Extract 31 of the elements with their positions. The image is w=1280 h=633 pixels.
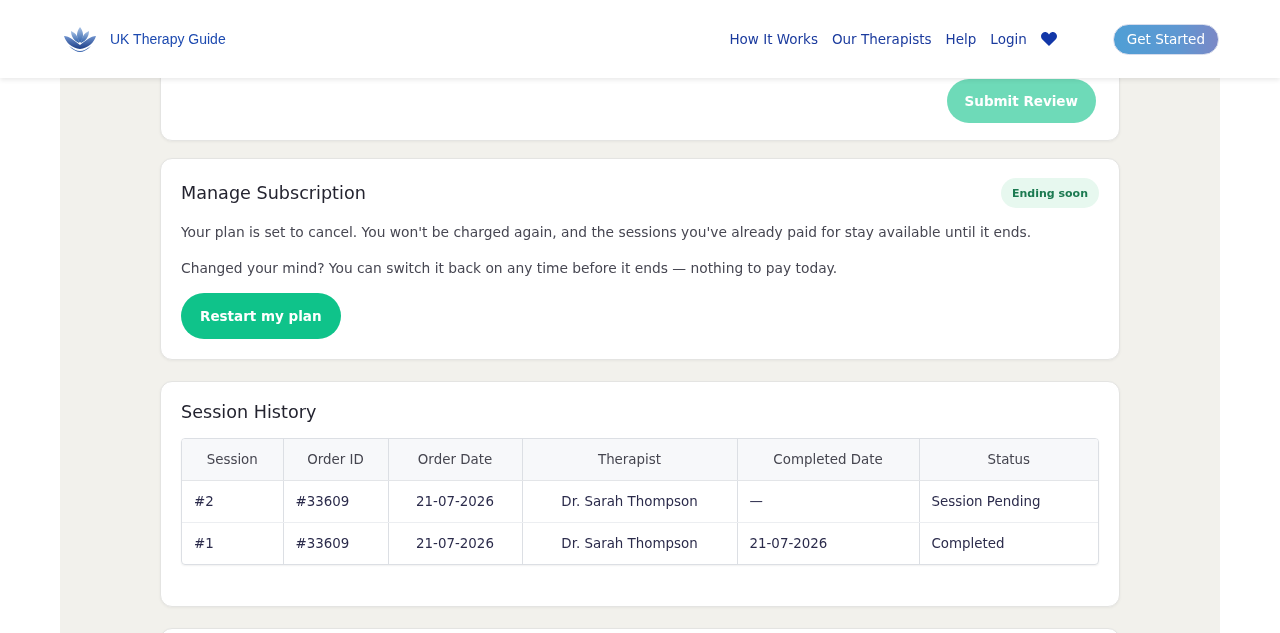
table-cell: — (737, 480, 919, 522)
table-cell: Completed (919, 522, 1098, 564)
card-title: Manage Subscription (181, 182, 366, 205)
table-header-cell: Order ID (283, 439, 388, 480)
favorites-link[interactable] (1040, 32, 1057, 46)
table-cell: 21-07-2026 (388, 480, 522, 522)
table-cell: 21-07-2026 (388, 522, 522, 564)
heart-icon (1040, 32, 1057, 46)
table-header-cell: Therapist (522, 439, 737, 480)
table-header-cell: Order Date (388, 439, 522, 480)
info-text: Changed your mind? You can switch it back on any time before it ends — nothing to pay today. (181, 259, 839, 278)
nav-link[interactable]: Our Therapists (831, 31, 932, 47)
table-cell: Dr. Sarah Thompson (522, 522, 737, 564)
table-cell: #1 (182, 522, 283, 564)
table-header-cell: Status (919, 439, 1098, 480)
table-cell: #33609 (283, 480, 388, 522)
table-cell: 21-07-2026 (737, 522, 919, 564)
nav-link[interactable]: Login (990, 31, 1027, 47)
table-header-cell: Completed Date (737, 439, 919, 480)
card-title: Session History (181, 401, 318, 424)
nav-link[interactable]: How It Works (729, 31, 818, 47)
nav-link[interactable]: Help (945, 31, 977, 47)
table-header-cell: Session (182, 439, 283, 480)
table-cell: #2 (182, 480, 283, 522)
brand-link[interactable]: UK Therapy Guide (63, 26, 226, 52)
info-text: Your plan is set to cancel. You won't be charged again, and the sessions you've already paid for stay available until it ends. (181, 223, 1033, 242)
status-badge: Ending soon (1000, 178, 1099, 208)
lotus-logo-icon (63, 26, 97, 52)
table-cell: Dr. Sarah Thompson (522, 480, 737, 522)
table-cell: Session Pending (919, 480, 1098, 522)
table-cell: #33609 (283, 522, 388, 564)
